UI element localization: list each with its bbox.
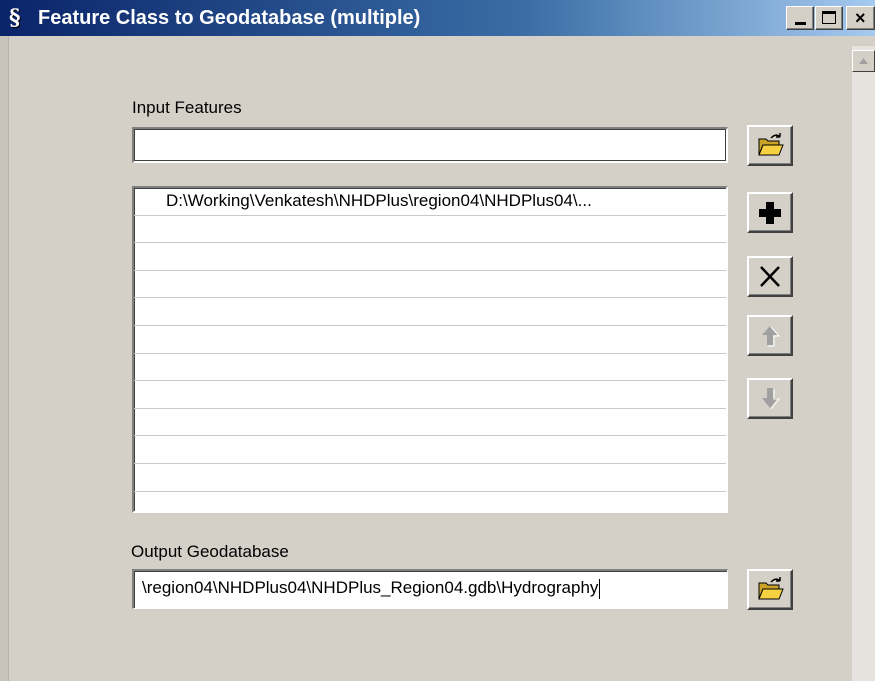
vertical-scrollbar[interactable] — [852, 46, 875, 681]
move-down-button[interactable] — [747, 378, 793, 419]
list-item[interactable] — [134, 326, 726, 354]
title-bar: § Feature Class to Geodatabase (multiple… — [0, 0, 875, 36]
text-caret — [599, 578, 601, 599]
list-item[interactable] — [134, 492, 726, 511]
plus-icon — [759, 202, 781, 224]
maximize-button[interactable] — [815, 6, 843, 30]
arrow-down-icon — [762, 388, 781, 410]
maximize-icon — [822, 11, 836, 24]
browse-input-button[interactable] — [747, 125, 793, 166]
add-item-button[interactable] — [747, 192, 793, 233]
input-features-label: Input Features — [132, 98, 242, 117]
minimize-button[interactable] — [786, 6, 814, 30]
output-geodatabase-field[interactable]: \region04\NHDPlus04\NHDPlus_Region04.gdb… — [132, 569, 728, 609]
input-features-list[interactable]: D:\Working\Venkatesh\NHDPlus\region04\NH… — [132, 186, 728, 513]
output-geodatabase-value: \region04\NHDPlus04\NHDPlus_Region04.gdb… — [142, 578, 599, 597]
dialog-body: Input Features D:\Working\Venkatesh\NHDP… — [0, 36, 875, 681]
close-button[interactable]: × — [846, 6, 875, 30]
list-item[interactable] — [134, 354, 726, 382]
minimize-icon — [795, 22, 806, 25]
list-item[interactable] — [134, 464, 726, 492]
input-features-field[interactable] — [132, 127, 728, 163]
list-item[interactable] — [134, 216, 726, 244]
dialog-left-edge — [0, 36, 9, 681]
scroll-up-arrow-icon — [859, 58, 868, 64]
window-title: Feature Class to Geodatabase (multiple) — [38, 7, 421, 29]
remove-item-button[interactable] — [747, 256, 793, 297]
list-item[interactable] — [134, 298, 726, 326]
list-item[interactable] — [134, 271, 726, 299]
arrow-up-icon — [762, 326, 781, 347]
browse-output-button[interactable] — [747, 569, 793, 610]
open-folder-icon — [758, 577, 784, 600]
list-item[interactable] — [134, 381, 726, 409]
scroll-up-button[interactable] — [852, 50, 875, 72]
list-item[interactable]: D:\Working\Venkatesh\NHDPlus\region04\NH… — [134, 188, 726, 216]
output-geodatabase-label: Output Geodatabase — [131, 542, 289, 561]
close-icon: × — [855, 8, 866, 28]
list-item[interactable] — [134, 243, 726, 271]
move-up-button[interactable] — [747, 315, 793, 356]
list-item[interactable] — [134, 436, 726, 464]
x-icon — [760, 266, 780, 287]
script-tool-icon: § — [9, 5, 21, 31]
open-folder-icon — [758, 133, 784, 156]
list-item[interactable] — [134, 409, 726, 437]
